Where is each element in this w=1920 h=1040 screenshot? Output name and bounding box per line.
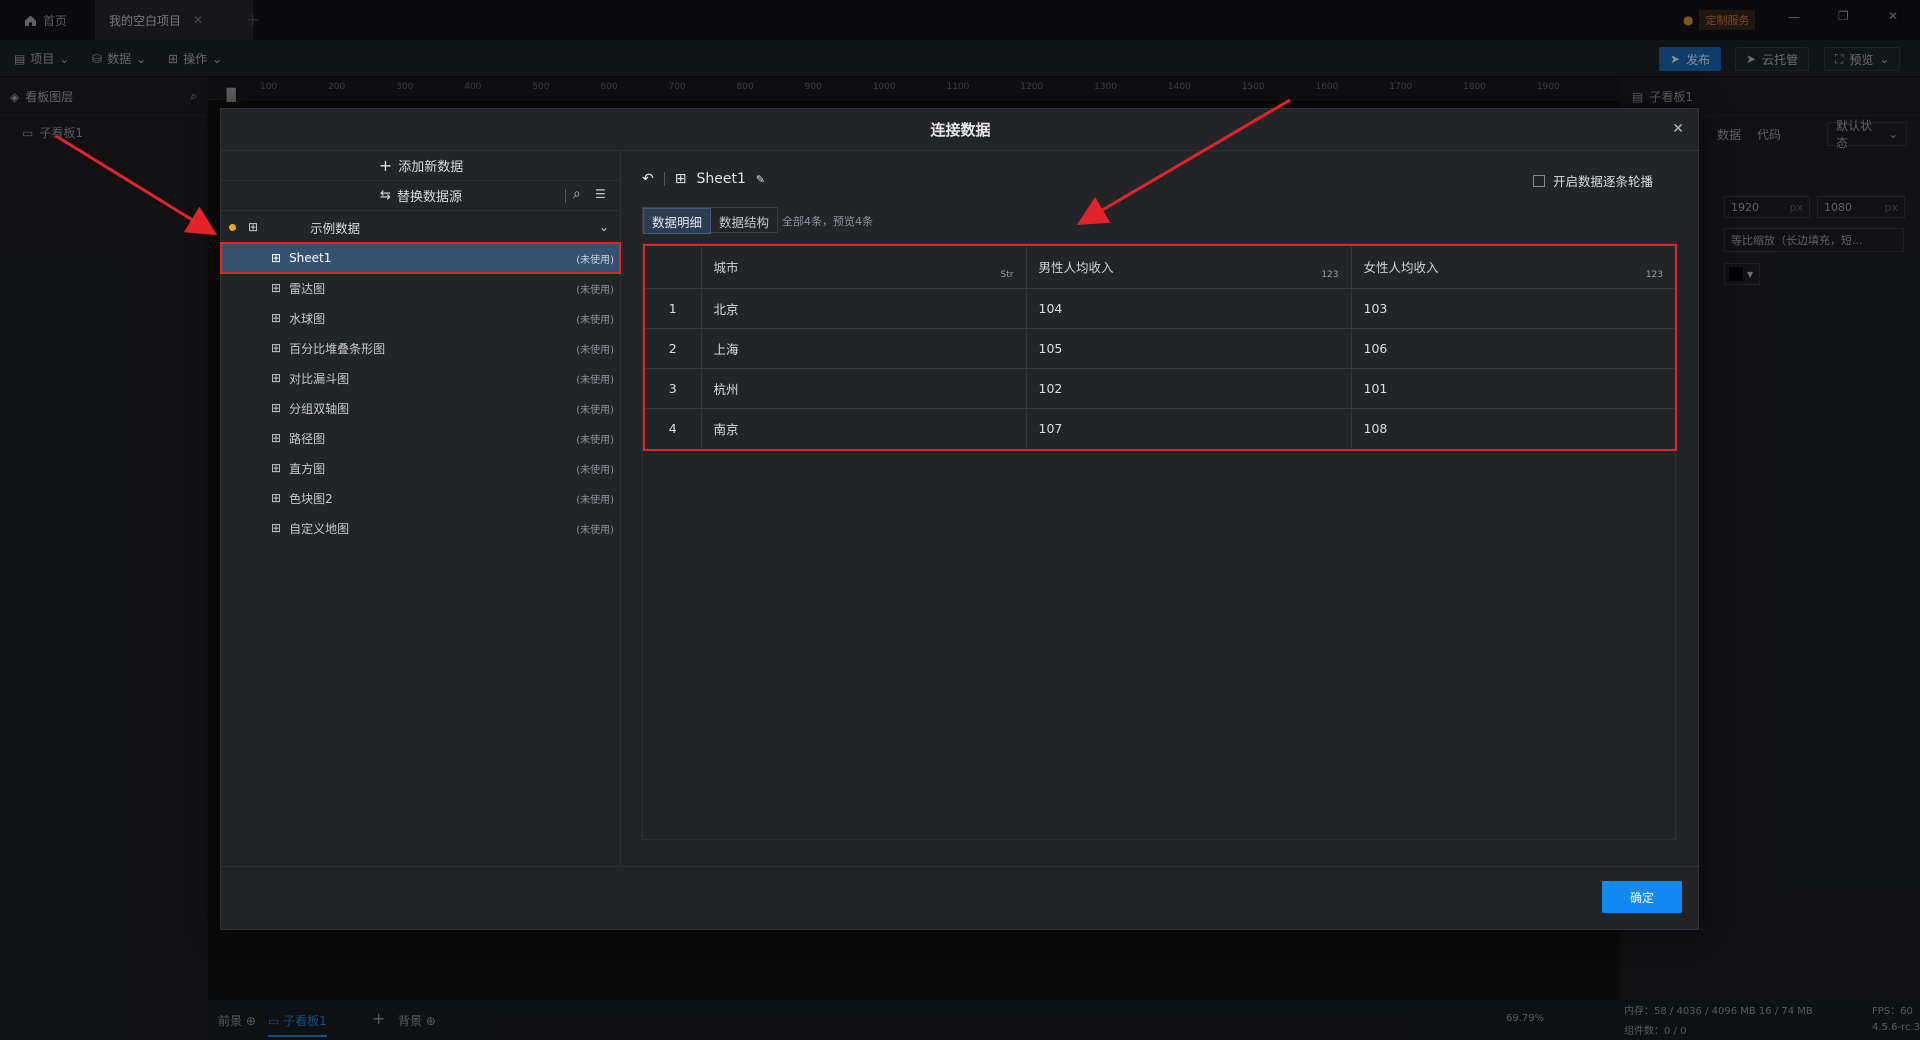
- table-body: 1 北京 104 103 2 上海 105 106 3 杭州 102 101 4 南京 107 108: [645, 288, 1675, 448]
- table-cell: 3: [645, 368, 702, 409]
- string-type-icon: Str: [1000, 269, 1014, 280]
- dialog-title: 连接数据: [930, 121, 991, 139]
- data-source-item[interactable]: ⊞ 百分比堆叠条形图 (未使用): [221, 333, 620, 363]
- table-cell: 106: [1351, 328, 1675, 369]
- table-icon: ⊞: [271, 431, 282, 445]
- tab-data-detail[interactable]: 数据明细: [643, 208, 712, 234]
- table-icon: ⊞: [271, 401, 282, 415]
- column-header-female-income: 女性人均收入 123: [1351, 246, 1675, 289]
- data-source-item[interactable]: ⊞ 直方图 (未使用): [221, 453, 620, 483]
- table-icon: ⊞: [271, 281, 282, 295]
- table-row: 1 北京 104 103: [645, 288, 1675, 329]
- data-preview-panel: ↶ ⊞ Sheet1 ✎ 开启数据逐条轮播 数据明细 数据结构 全部4条，预览4…: [622, 151, 1700, 866]
- table-row: 2 上海 105 106: [645, 328, 1675, 369]
- number-type-icon: 123: [1321, 269, 1339, 280]
- data-table-highlight: 城市 Str 男性人均收入 123 女性人均收入 123 1 北京 104 103 2 上海 10…: [643, 244, 1677, 451]
- table-icon: ⊞: [248, 220, 259, 234]
- add-data-button[interactable]: + 添加新数据: [221, 151, 621, 181]
- edit-icon[interactable]: ✎: [756, 173, 765, 186]
- table-icon: ⊞: [271, 521, 282, 535]
- table-cell: 101: [1351, 368, 1675, 409]
- table-icon: ⊞: [271, 311, 282, 325]
- swap-icon: ⇆: [380, 188, 391, 203]
- chevron-down-icon: ⌄: [598, 220, 609, 234]
- data-source-list-panel: + 添加新数据 ⇆ 替换数据源 ⌕ ☰ ⊞ 示例数据 ⌄ ⊞ Sheet1 (未使用) ⊞…: [220, 151, 621, 866]
- column-header-city: 城市 Str: [701, 246, 1027, 289]
- tab-data-structure[interactable]: 数据结构: [711, 208, 777, 234]
- plus-icon: +: [378, 156, 393, 175]
- table-icon: ⊞: [674, 171, 687, 187]
- close-icon[interactable]: ✕: [1672, 121, 1684, 137]
- table-icon: ⊞: [271, 371, 282, 385]
- data-source-item[interactable]: ⊞ 路径图 (未使用): [221, 423, 620, 453]
- table-icon: ⊞: [271, 251, 282, 265]
- sheet-title: Sheet1: [696, 171, 746, 187]
- table-cell: 4: [645, 408, 702, 448]
- sheet-header: ↶ ⊞ Sheet1 ✎: [642, 171, 765, 187]
- table-cell: 南京: [701, 408, 1027, 448]
- data-source-item[interactable]: ⊞ 自定义地图 (未使用): [221, 513, 620, 543]
- data-group-row[interactable]: ⊞ 示例数据 ⌄: [221, 213, 621, 241]
- table-cell: 北京: [701, 288, 1027, 329]
- table-cell: 1: [645, 288, 702, 329]
- table-icon: ⊞: [271, 491, 282, 505]
- table-row: 3 杭州 102 101: [645, 368, 1675, 409]
- dialog-header: 连接数据 ✕: [221, 109, 1700, 151]
- dialog-footer: 确定: [221, 866, 1700, 931]
- table-cell: 104: [1026, 288, 1352, 329]
- data-source-item[interactable]: ⊞ 对比漏斗图 (未使用): [221, 363, 620, 393]
- table-cell: 105: [1026, 328, 1352, 369]
- table-cell: 上海: [701, 328, 1027, 369]
- column-header-male-income: 男性人均收入 123: [1026, 246, 1352, 289]
- table-row: 4 南京 107 108: [645, 408, 1675, 448]
- data-source-item[interactable]: ⊞ 分组双轴图 (未使用): [221, 393, 620, 423]
- checkbox[interactable]: [1533, 174, 1545, 187]
- undo-icon[interactable]: ↶: [642, 171, 654, 187]
- table-cell: 108: [1363, 420, 1388, 436]
- table-icon: ⊞: [271, 461, 282, 475]
- data-source-item[interactable]: ⊞ 色块图2 (未使用): [221, 483, 620, 513]
- table-cell: 杭州: [701, 368, 1027, 409]
- table-cell: 2: [645, 328, 702, 369]
- confirm-button[interactable]: 确定: [1602, 881, 1682, 913]
- index-header: [645, 246, 702, 289]
- status-dot-icon: [229, 223, 236, 231]
- connect-data-dialog: 连接数据 ✕ + 添加新数据 ⇆ 替换数据源 ⌕ ☰ ⊞ 示例数据 ⌄ ⊞ Sheet…: [220, 108, 1700, 931]
- table-header-row: 城市 Str 男性人均收入 123 女性人均收入 123: [645, 246, 1675, 289]
- table-cell: 103: [1351, 288, 1675, 329]
- data-table: 城市 Str 男性人均收入 123 女性人均收入 123 1 北京 104 103 2 上海 10…: [645, 246, 1675, 448]
- table-container: 城市 Str 男性人均收入 123 女性人均收入 123 1 北京 104 103 2 上海 10…: [642, 243, 1677, 840]
- data-source-item[interactable]: ⊞ 水球图 (未使用): [221, 303, 620, 333]
- table-cell: 102: [1026, 368, 1352, 409]
- filter-list-icon[interactable]: ☰: [595, 187, 606, 201]
- record-summary: 全部4条，预览4条: [782, 215, 873, 228]
- view-tabs: 数据明细 数据结构: [642, 207, 779, 234]
- table-cell: 107: [1026, 408, 1352, 448]
- data-source-item[interactable]: ⊞ 雷达图 (未使用): [221, 273, 620, 303]
- search-icon[interactable]: ⌕: [573, 186, 581, 202]
- data-source-item[interactable]: ⊞ Sheet1 (未使用): [220, 242, 621, 274]
- carousel-toggle[interactable]: 开启数据逐条轮播: [1533, 171, 1653, 190]
- table-icon: ⊞: [271, 341, 282, 355]
- number-type-icon: 123: [1645, 269, 1663, 280]
- replace-source-button[interactable]: ⇆ 替换数据源: [221, 181, 621, 211]
